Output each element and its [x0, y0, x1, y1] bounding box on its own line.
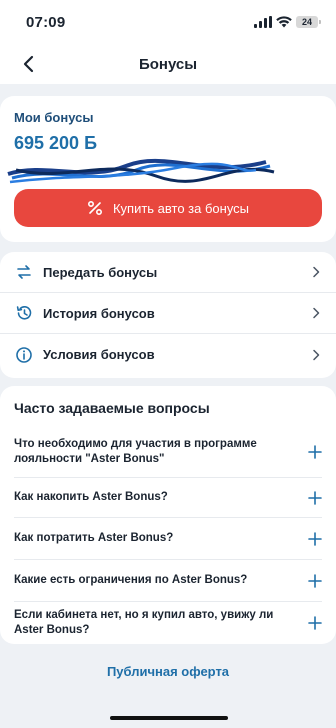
faq-title: Часто задаваемые вопросы: [14, 400, 210, 416]
redacted-text: [7, 158, 322, 184]
wifi-icon: [276, 16, 292, 28]
bonus-menu: Передать бонусы История бонусов Условия …: [0, 252, 336, 378]
percent-icon: [87, 200, 102, 216]
status-bar: 07:09 24: [0, 0, 336, 44]
faq-question: Если кабинета нет, но я купил авто, увиж…: [14, 609, 274, 636]
history-icon: [14, 303, 34, 323]
menu-item-label: Передать бонусы: [43, 264, 158, 280]
bonus-label: Мои бонусы: [14, 110, 94, 125]
chevron-right-icon: [313, 266, 320, 278]
battery-icon: 24: [296, 16, 321, 28]
signal-icon: [254, 16, 272, 28]
faq-question: Как потратить Aster Bonus?: [14, 532, 174, 544]
buy-car-label: Купить авто за бонусы: [112, 200, 250, 216]
bonus-card: Мои бонусы 695 200 Б Купить авто за бону…: [0, 96, 336, 242]
status-time: 07:09: [26, 13, 66, 31]
faq-item[interactable]: Какие есть ограничения по Aster Bonus?: [14, 560, 322, 602]
chevron-right-icon: [313, 307, 320, 319]
plus-icon: [308, 616, 322, 630]
faq-question: Какие есть ограничения по Aster Bonus?: [14, 574, 248, 586]
faq-item[interactable]: Как потратить Aster Bonus?: [14, 518, 322, 560]
plus-icon: [308, 490, 322, 505]
faq-question: Как накопить Aster Bonus?: [14, 491, 168, 503]
page-title: Бонусы: [138, 55, 198, 73]
plus-icon: [308, 444, 322, 459]
menu-item-history[interactable]: История бонусов: [0, 293, 336, 334]
menu-item-label: История бонусов: [43, 305, 155, 321]
menu-item-terms[interactable]: Условия бонусов: [0, 334, 336, 375]
menu-item-transfer[interactable]: Передать бонусы: [0, 252, 336, 293]
plus-icon: [308, 573, 322, 588]
transfer-icon: [14, 262, 34, 282]
info-icon: [14, 345, 34, 365]
plus-icon: [308, 531, 322, 546]
status-icons: 24: [254, 16, 321, 28]
nav-bar: Бонусы: [0, 44, 336, 84]
buy-car-button[interactable]: Купить авто за бонусы: [14, 189, 322, 227]
faq-question: Что необходимо для участия в программе л…: [14, 437, 257, 465]
redaction-scribble: [7, 158, 275, 184]
chevron-right-icon: [313, 349, 320, 360]
faq-section: Часто задаваемые вопросы Что необходимо …: [0, 386, 336, 644]
back-button[interactable]: [12, 48, 44, 80]
chevron-left-icon: [23, 55, 34, 73]
home-indicator: [110, 716, 228, 720]
public-offer-link[interactable]: Публичная оферта: [0, 664, 336, 679]
bonus-amount: 695 200 Б: [14, 133, 98, 153]
faq-item[interactable]: Если кабинета нет, но я купил авто, увиж…: [14, 602, 322, 644]
menu-item-label: Условия бонусов: [43, 347, 155, 362]
faq-item[interactable]: Как накопить Aster Bonus?: [14, 478, 322, 518]
faq-item[interactable]: Что необходимо для участия в программе л…: [14, 426, 322, 478]
